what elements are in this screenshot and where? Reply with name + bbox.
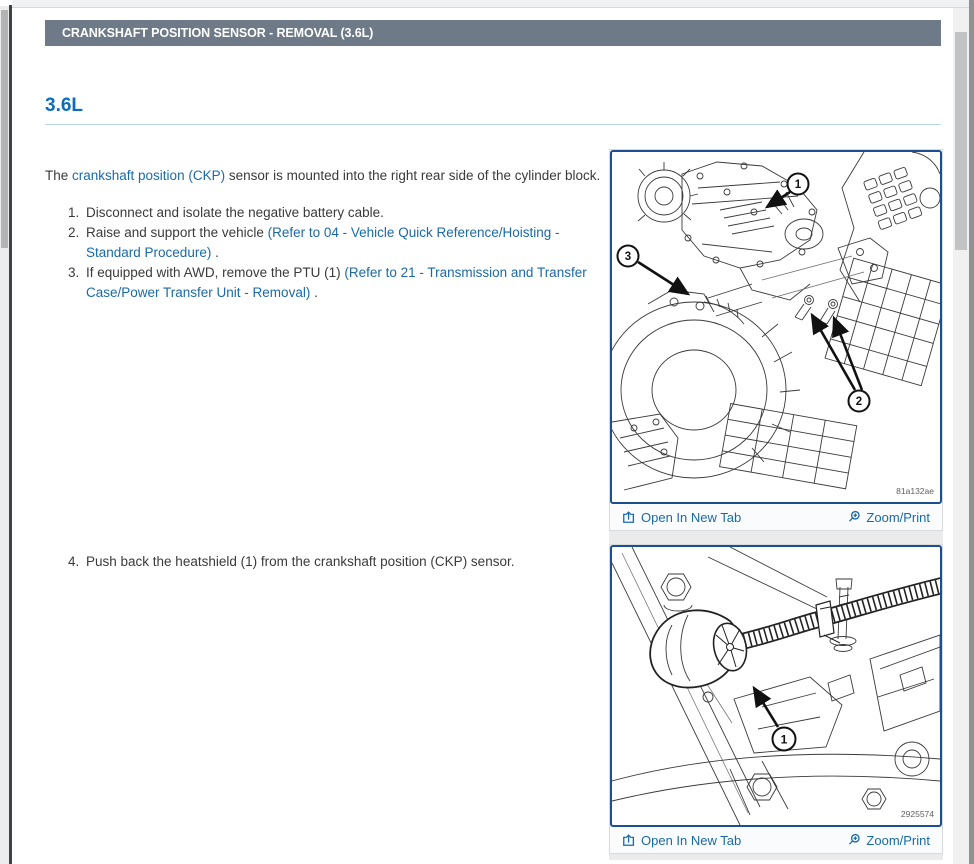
zoom-print-icon <box>847 510 861 524</box>
article-title-bar: CRANKSHAFT POSITION SENSOR - REMOVAL (3.… <box>45 20 941 46</box>
procedure-step: 4.Push back the heatshield (1) from the … <box>68 552 613 572</box>
figure-2-image[interactable]: 1 2925574 <box>610 545 942 827</box>
open-in-new-tab-link[interactable]: Open In New Tab <box>622 510 741 525</box>
procedure-step: 3.If equipped with AWD, remove the PTU (… <box>68 263 613 303</box>
wire-loom <box>744 585 940 643</box>
left-scrollbar-thumb[interactable] <box>1 10 8 248</box>
figure-1-illustration: 1 3 2 81a132ae <box>612 152 940 502</box>
reference-link[interactable]: crankshaft position (CKP) <box>72 168 225 183</box>
figure-widget-1: 1 3 2 81a132ae <box>609 149 943 531</box>
svg-text:1: 1 <box>781 733 788 747</box>
procedure-steps-1-3: 1.Disconnect and isolate the negative ba… <box>68 203 613 303</box>
callout-2: 2 <box>849 391 870 412</box>
callout-3: 3 <box>618 246 639 267</box>
procedure-step: 2.Raise and support the vehicle (Refer t… <box>68 223 613 263</box>
step-number: 4. <box>68 552 86 572</box>
zoom-print-label: Zoom/Print <box>866 833 930 848</box>
intro-paragraph: The crankshaft position (CKP) sensor is … <box>45 166 602 186</box>
figure-1-image[interactable]: 1 3 2 81a132ae <box>610 150 942 504</box>
text-segment: Raise and support the vehicle <box>86 225 268 240</box>
figure-2-illustration: 1 2925574 <box>612 547 940 825</box>
open-in-new-tab-label: Open In New Tab <box>641 510 741 525</box>
text-segment: Disconnect and isolate the negative batt… <box>86 205 384 220</box>
step-text: If equipped with AWD, remove the PTU (1)… <box>86 263 606 303</box>
callout-1: 1 <box>788 174 809 195</box>
zoom-print-label: Zoom/Print <box>866 510 930 525</box>
figure-id-label: 2925574 <box>901 809 934 819</box>
figure-id-label: 81a132ae <box>896 486 934 496</box>
toolbar-bottom-strip <box>12 0 969 8</box>
step-text: Disconnect and isolate the negative batt… <box>86 203 606 223</box>
text-segment: The <box>45 168 72 183</box>
zoom-print-icon <box>847 833 861 847</box>
step-number: 1. <box>68 203 86 223</box>
step-text: Push back the heatshield (1) from the cr… <box>86 552 606 572</box>
right-scrollbar-track[interactable] <box>953 8 969 864</box>
step-number: 2. <box>68 223 86 263</box>
figure-widget-2: 1 2925574 Open In New Tab Zoom/Print <box>609 544 943 854</box>
text-segment: . <box>211 245 219 260</box>
text-segment: sensor is mounted into the right rear si… <box>225 168 600 183</box>
procedure-step: 1.Disconnect and isolate the negative ba… <box>68 203 613 223</box>
callout-1: 1 <box>773 728 796 751</box>
step-text: Raise and support the vehicle (Refer to … <box>86 223 606 263</box>
open-in-new-tab-link[interactable]: Open In New Tab <box>622 833 741 848</box>
text-segment: Push back the heatshield (1) from the cr… <box>86 554 514 569</box>
figure-2-callout-arrows <box>754 688 778 727</box>
step-number: 3. <box>68 263 86 303</box>
figure-1-actions: Open In New Tab Zoom/Print <box>610 504 942 530</box>
zoom-print-link[interactable]: Zoom/Print <box>847 510 930 525</box>
text-segment: If equipped with AWD, remove the PTU (1) <box>86 265 344 280</box>
text-segment: . <box>310 285 318 300</box>
zoom-print-link[interactable]: Zoom/Print <box>847 833 930 848</box>
article-pane: CRANKSHAFT POSITION SENSOR - REMOVAL (3.… <box>12 8 953 864</box>
svg-text:2: 2 <box>856 396 862 408</box>
procedure-step-4: 4.Push back the heatshield (1) from the … <box>68 552 613 572</box>
figure-column: 1 3 2 81a132ae <box>609 149 943 860</box>
heat-shield-boot <box>650 610 751 687</box>
open-in-new-tab-icon <box>622 510 636 524</box>
svg-text:1: 1 <box>795 179 802 191</box>
svg-text:3: 3 <box>625 251 631 263</box>
open-in-new-tab-icon <box>622 833 636 847</box>
window-right-edge <box>969 0 974 864</box>
left-scrollbar-track[interactable] <box>0 6 9 864</box>
open-in-new-tab-label: Open In New Tab <box>641 833 741 848</box>
section-heading: 3.6L <box>45 95 941 125</box>
figure-2-actions: Open In New Tab Zoom/Print <box>610 827 942 853</box>
right-scrollbar-thumb[interactable] <box>955 32 967 250</box>
